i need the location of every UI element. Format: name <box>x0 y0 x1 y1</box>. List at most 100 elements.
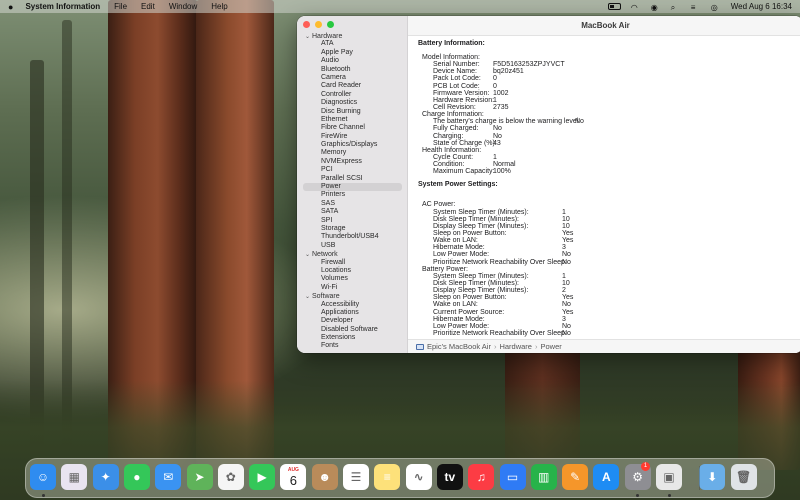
row-key: Firmware Version: <box>433 89 490 97</box>
photos-icon[interactable]: ✿ <box>217 464 244 490</box>
sidebar-item-firewall[interactable]: Firewall <box>297 259 407 267</box>
subsection-label: AC Power: <box>418 201 800 208</box>
sidebar-item-usb[interactable]: USB <box>297 242 407 250</box>
zoom-button[interactable] <box>327 21 334 28</box>
sidebar-item-bluetooth[interactable]: Bluetooth <box>297 66 407 74</box>
sidebar-item-thunderbolt-usb4[interactable]: Thunderbolt/USB4 <box>297 233 407 241</box>
contacts-icon[interactable]: ☻ <box>311 464 338 490</box>
sidebar-group-software[interactable]: ⌄ Software <box>297 292 407 300</box>
pages-icon[interactable]: ✎ <box>562 464 589 490</box>
launchpad-icon[interactable]: ▦ <box>61 464 88 490</box>
sidebar-item-diagnostics[interactable]: Diagnostics <box>297 99 407 107</box>
sidebar-item-nvmexpress[interactable]: NVMExpress <box>297 158 407 166</box>
sidebar-item-applications[interactable]: Applications <box>297 309 407 317</box>
wifi-icon[interactable]: ◠ <box>631 3 641 12</box>
reminders-icon[interactable]: ☰ <box>343 464 369 490</box>
sidebar-item-pci[interactable]: PCI <box>297 166 407 174</box>
battery-status-icon[interactable] <box>607 3 621 10</box>
path-section[interactable]: Hardware <box>499 342 532 351</box>
sidebar-item-sata[interactable]: SATA <box>297 208 407 216</box>
system-settings-glyph: ⚙ <box>632 470 644 484</box>
menu-bar-clock[interactable]: Wed Aug 6 16:34 <box>731 2 792 11</box>
row-key: Display Sleep Timer (Minutes): <box>433 222 529 230</box>
sidebar-item-apple-pay[interactable]: Apple Pay <box>297 49 407 57</box>
info-row: Hibernate Mode: 3 <box>418 244 800 251</box>
sidebar-item-power[interactable]: Power <box>303 183 402 192</box>
sidebar-item-ethernet[interactable]: Ethernet <box>297 116 407 124</box>
sidebar-group-network[interactable]: ⌄ Network <box>297 250 407 258</box>
sidebar-item-spi[interactable]: SPI <box>297 217 407 225</box>
sidebar-item-extensions[interactable]: Extensions <box>297 334 407 342</box>
row-value: Yes <box>562 308 574 316</box>
row-value: 0 <box>493 75 497 83</box>
sidebar-item-camera[interactable]: Camera <box>297 74 407 82</box>
control-center-icon[interactable]: ◉ <box>651 3 661 12</box>
path-item[interactable]: Power <box>540 342 561 351</box>
music-icon[interactable]: ♫ <box>468 464 495 490</box>
sidebar-item-storage[interactable]: Storage <box>297 225 407 233</box>
sidebar-item-wi-fi[interactable]: Wi-Fi <box>297 284 407 292</box>
row-value: 2 <box>562 287 566 295</box>
sidebar-group-hardware[interactable]: ⌄ Hardware <box>297 32 407 40</box>
close-button[interactable] <box>303 21 310 28</box>
sidebar-item-volumes[interactable]: Volumes <box>297 275 407 283</box>
sidebar-item-fonts[interactable]: Fonts <box>297 342 407 350</box>
chevron-down-icon[interactable]: ⌄ <box>305 293 312 300</box>
trash-glyph: 🗑 <box>735 470 752 484</box>
sidebar-item-fibre-channel[interactable]: Fibre Channel <box>297 124 407 132</box>
freeform-icon[interactable]: ∿ <box>405 464 432 490</box>
trash-icon[interactable]: 🗑 <box>730 464 757 490</box>
chevron-down-icon[interactable]: ⌄ <box>305 251 312 258</box>
menu-file[interactable]: File <box>114 2 127 11</box>
spotlight-search-icon[interactable]: ⌕ <box>671 3 681 12</box>
sidebar-item-printers[interactable]: Printers <box>297 191 407 199</box>
sidebar-item-disabled-software[interactable]: Disabled Software <box>297 326 407 334</box>
sidebar-item-graphics-displays[interactable]: Graphics/Displays <box>297 141 407 149</box>
row-key: Cell Revision: <box>433 103 476 111</box>
app-store-glyph: A <box>602 470 611 484</box>
row-key: Battery Power: <box>422 265 468 273</box>
sidebar-item-locations[interactable]: Locations <box>297 267 407 275</box>
tv-icon[interactable]: tv <box>436 464 463 490</box>
mail-icon[interactable]: ✉ <box>155 464 182 490</box>
app-menu[interactable]: System Information <box>25 2 100 11</box>
sidebar-item-sas[interactable]: SAS <box>297 200 407 208</box>
minimize-button[interactable] <box>315 21 322 28</box>
siri-icon[interactable]: ◎ <box>711 3 721 12</box>
sidebar-item-ata[interactable]: ATA <box>297 40 407 48</box>
sidebar-item-card-reader[interactable]: Card Reader <box>297 82 407 90</box>
sidebar-item-memory[interactable]: Memory <box>297 149 407 157</box>
sidebar-group-label: Hardware <box>312 32 343 40</box>
sidebar-item-firewire[interactable]: FireWire <box>297 133 407 141</box>
keynote-icon[interactable]: ▭ <box>499 464 526 490</box>
calendar-icon[interactable]: AUG 6 <box>280 464 307 490</box>
numbers-icon[interactable]: ▥ <box>530 464 557 490</box>
sidebar-item-developer[interactable]: Developer <box>297 317 407 325</box>
notes-icon[interactable]: ≡ <box>374 464 401 490</box>
menu-edit[interactable]: Edit <box>141 2 155 11</box>
apple-menu-icon[interactable]: ● <box>8 2 13 12</box>
info-row: Wake on LAN: No <box>418 301 800 308</box>
menu-help[interactable]: Help <box>211 2 227 11</box>
downloads-folder-icon[interactable]: ⬇ <box>699 464 726 490</box>
menu-window[interactable]: Window <box>169 2 197 11</box>
info-row: Low Power Mode: No <box>418 323 800 330</box>
sidebar-item-controller[interactable]: Controller <box>297 91 407 99</box>
system-information-icon[interactable]: ▣ <box>656 464 682 490</box>
finder-icon[interactable]: ☺ <box>30 464 56 490</box>
row-key: State of Charge (%): <box>433 139 497 147</box>
safari-icon[interactable]: ✦ <box>92 464 119 490</box>
row-key: Sleep on Power Button: <box>433 294 507 302</box>
messages-icon[interactable]: ● <box>123 464 150 490</box>
chevron-down-icon[interactable]: ⌄ <box>305 33 312 40</box>
row-value: 10 <box>562 222 570 230</box>
path-device[interactable]: Epic's MacBook Air <box>427 342 491 351</box>
sidebar-item-disc-burning[interactable]: Disc Burning <box>297 108 407 116</box>
facetime-icon[interactable]: ▶ <box>249 464 276 490</box>
sidebar-item-accessibility[interactable]: Accessibility <box>297 301 407 309</box>
app-store-icon[interactable]: A <box>593 464 620 490</box>
control-center-toggles-icon[interactable]: ≡ <box>691 3 701 12</box>
sidebar-item-parallel-scsi[interactable]: Parallel SCSI <box>297 175 407 183</box>
sidebar-item-audio[interactable]: Audio <box>297 57 407 65</box>
maps-icon[interactable]: ➤ <box>186 464 213 490</box>
